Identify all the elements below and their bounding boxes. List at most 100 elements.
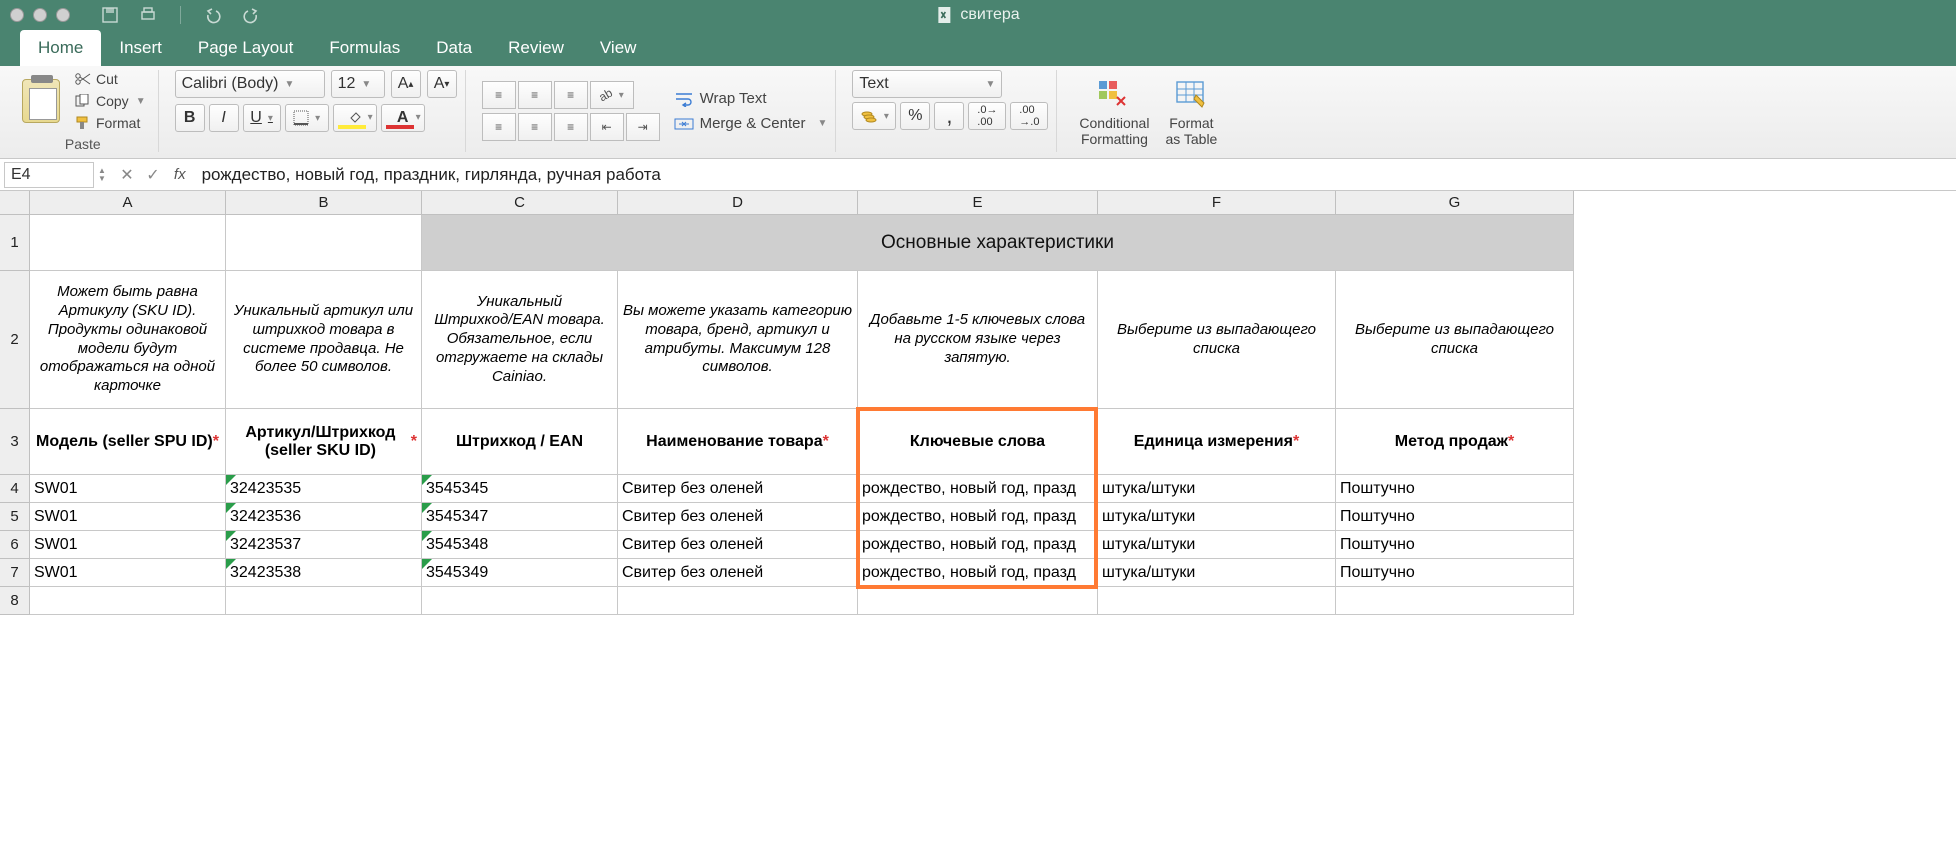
cell-G4[interactable]: Поштучно	[1336, 475, 1574, 503]
cell-E6[interactable]: рождество, новый год, празд	[858, 531, 1098, 559]
increase-font-button[interactable]: A▴	[391, 70, 421, 98]
zoom-window-button[interactable]	[56, 8, 70, 22]
row-head-1[interactable]: 1	[0, 215, 30, 271]
minimize-window-button[interactable]	[33, 8, 47, 22]
align-center-button[interactable]: ≡	[518, 113, 552, 141]
underline-button[interactable]: U▾	[243, 104, 281, 132]
cell-C7[interactable]: 3545349	[422, 559, 618, 587]
cell-F5[interactable]: штука/штуки	[1098, 503, 1336, 531]
format-as-table-button[interactable]: Formatas Table	[1159, 73, 1223, 149]
borders-button[interactable]: ▾	[285, 104, 329, 132]
row-head-4[interactable]: 4	[0, 475, 30, 503]
align-right-button[interactable]: ≡	[554, 113, 588, 141]
cell-G2[interactable]: Выберите из выпадающего списка	[1336, 271, 1574, 409]
cell-A8[interactable]	[30, 587, 226, 615]
italic-button[interactable]: I	[209, 104, 239, 132]
wrap-text-button[interactable]: Wrap Text	[674, 90, 828, 107]
cell-F2[interactable]: Выберите из выпадающего списка	[1098, 271, 1336, 409]
col-head-F[interactable]: F	[1098, 191, 1336, 215]
cell-C8[interactable]	[422, 587, 618, 615]
close-window-button[interactable]	[10, 8, 24, 22]
cell-E8[interactable]	[858, 587, 1098, 615]
orientation-button[interactable]: ab▾	[590, 81, 634, 109]
cell-F3[interactable]: Единица измерения*	[1098, 409, 1336, 475]
tab-data[interactable]: Data	[418, 30, 490, 66]
cancel-formula-button[interactable]: ✕	[114, 162, 140, 188]
cell-D8[interactable]	[618, 587, 858, 615]
name-box-down[interactable]: ▼	[98, 175, 106, 183]
row-head-6[interactable]: 6	[0, 531, 30, 559]
currency-button[interactable]: ▾	[852, 102, 896, 130]
col-head-B[interactable]: B	[226, 191, 422, 215]
align-left-button[interactable]: ≡	[482, 113, 516, 141]
format-painter-button[interactable]: Format	[70, 114, 150, 132]
font-name-select[interactable]: Calibri (Body)▼	[175, 70, 325, 98]
fx-label[interactable]: fx	[174, 166, 186, 183]
cell-A5[interactable]: SW01	[30, 503, 226, 531]
comma-button[interactable]: ,	[934, 102, 964, 130]
cut-button[interactable]: Cut	[70, 70, 150, 88]
col-head-D[interactable]: D	[618, 191, 858, 215]
increase-indent-button[interactable]: ⇥	[626, 113, 660, 141]
cell-D6[interactable]: Свитер без оленей	[618, 531, 858, 559]
row-head-5[interactable]: 5	[0, 503, 30, 531]
cell-C5[interactable]: 3545347	[422, 503, 618, 531]
formula-input[interactable]	[194, 165, 1956, 185]
cell-F4[interactable]: штука/штуки	[1098, 475, 1336, 503]
cell-D7[interactable]: Свитер без оленей	[618, 559, 858, 587]
cell-D2[interactable]: Вы можете указать категорию товара, брен…	[618, 271, 858, 409]
cell-B2[interactable]: Уникальный артикул или штрихкод товара в…	[226, 271, 422, 409]
cell-C3[interactable]: Штрихкод / EAN	[422, 409, 618, 475]
row-head-8[interactable]: 8	[0, 587, 30, 615]
increase-decimal-button[interactable]: .0→.00	[968, 102, 1006, 130]
cell-E3[interactable]: Ключевые слова	[858, 409, 1098, 475]
conditional-formatting-button[interactable]: ConditionalFormatting	[1073, 73, 1155, 149]
tab-home[interactable]: Home	[20, 30, 101, 66]
cell-G7[interactable]: Поштучно	[1336, 559, 1574, 587]
paste-button[interactable]	[16, 75, 66, 127]
col-head-A[interactable]: A	[30, 191, 226, 215]
decrease-indent-button[interactable]: ⇤	[590, 113, 624, 141]
percent-button[interactable]: %	[900, 102, 930, 130]
cell-B1[interactable]	[226, 215, 422, 271]
cell-C4[interactable]: 3545345	[422, 475, 618, 503]
undo-icon[interactable]	[203, 5, 223, 25]
decrease-font-button[interactable]: A▾	[427, 70, 457, 98]
number-format-select[interactable]: Text▼	[852, 70, 1002, 98]
tab-review[interactable]: Review	[490, 30, 582, 66]
cell-C6[interactable]: 3545348	[422, 531, 618, 559]
cell-F6[interactable]: штука/штуки	[1098, 531, 1336, 559]
cell-E5[interactable]: рождество, новый год, празд	[858, 503, 1098, 531]
tab-insert[interactable]: Insert	[101, 30, 180, 66]
align-bottom-button[interactable]: ≡	[554, 81, 588, 109]
cell-D5[interactable]: Свитер без оленей	[618, 503, 858, 531]
cell-B4[interactable]: 32423535	[226, 475, 422, 503]
save-icon[interactable]	[100, 5, 120, 25]
row-head-2[interactable]: 2	[0, 271, 30, 409]
cell-A2[interactable]: Может быть равна Артикулу (SKU ID). Прод…	[30, 271, 226, 409]
spreadsheet-grid[interactable]: ABCDEFG 1 Основные характеристики 2Может…	[0, 191, 1956, 615]
col-head-E[interactable]: E	[858, 191, 1098, 215]
cell-B3[interactable]: Артикул/Штрихкод (seller SKU ID)*	[226, 409, 422, 475]
name-box[interactable]: E4	[4, 162, 94, 188]
cell-A3[interactable]: Модель (seller SPU ID)*	[30, 409, 226, 475]
cell-G6[interactable]: Поштучно	[1336, 531, 1574, 559]
cell-B5[interactable]: 32423536	[226, 503, 422, 531]
copy-button[interactable]: Copy▼	[70, 92, 150, 110]
cell-D3[interactable]: Наименование товара*	[618, 409, 858, 475]
cell-A6[interactable]: SW01	[30, 531, 226, 559]
font-color-button[interactable]: A▾	[381, 104, 425, 132]
cell-B7[interactable]: 32423538	[226, 559, 422, 587]
tab-view[interactable]: View	[582, 30, 655, 66]
align-top-button[interactable]: ≡	[482, 81, 516, 109]
select-all-corner[interactable]	[0, 191, 30, 215]
print-icon[interactable]	[138, 5, 158, 25]
cell-B6[interactable]: 32423537	[226, 531, 422, 559]
cell-E4[interactable]: рождество, новый год, празд	[858, 475, 1098, 503]
cell-G3[interactable]: Метод продаж*	[1336, 409, 1574, 475]
cell-G8[interactable]	[1336, 587, 1574, 615]
cell-E7[interactable]: рождество, новый год, празд	[858, 559, 1098, 587]
cell-A4[interactable]: SW01	[30, 475, 226, 503]
fill-color-button[interactable]: ▾	[333, 104, 377, 132]
cell-D4[interactable]: Свитер без оленей	[618, 475, 858, 503]
